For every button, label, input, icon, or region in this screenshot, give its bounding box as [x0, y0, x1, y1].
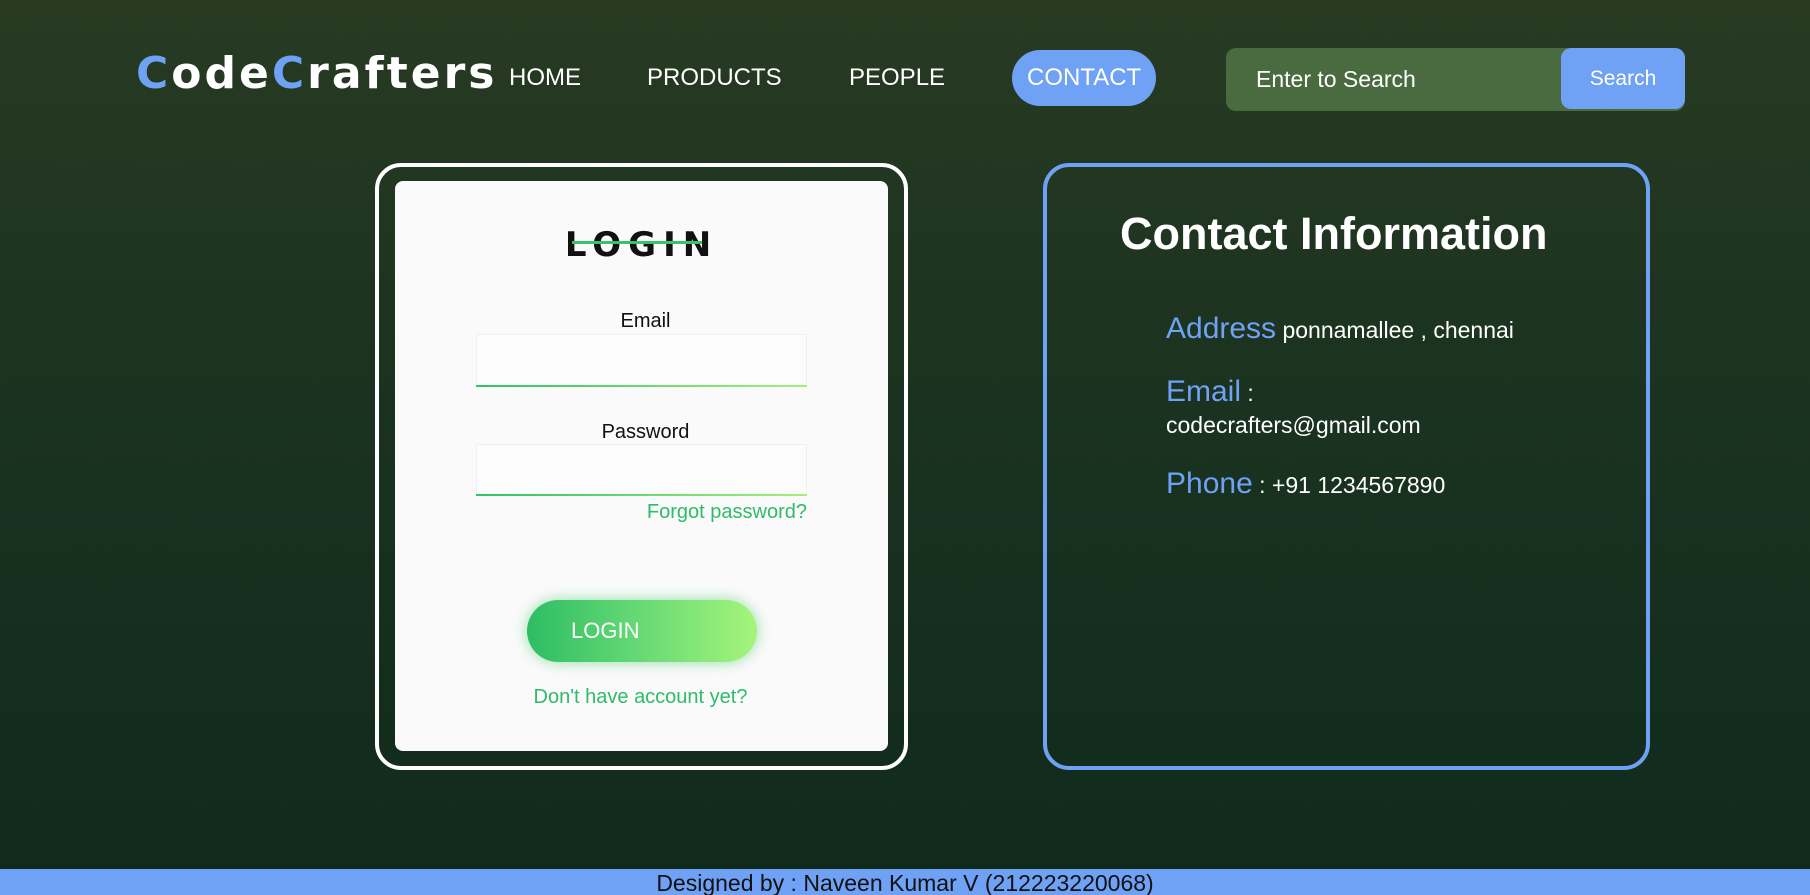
address-label: Address — [1166, 312, 1277, 345]
contact-email-label: Email — [1166, 375, 1242, 408]
footer-credit: Designed by : Naveen Kumar V (2122232200… — [656, 870, 1154, 895]
login-title: LOGIN — [564, 225, 719, 265]
nav-contact[interactable]: CONTACT — [1012, 50, 1157, 106]
phone-label: Phone — [1166, 467, 1253, 500]
contact-title: Contact Information — [1120, 208, 1548, 259]
address-row: Address ponnamallee , chennai — [1166, 309, 1514, 348]
contact-email-separator: : — [1241, 380, 1254, 406]
phone-value: : +91 1234567890 — [1259, 472, 1446, 498]
address-value: ponnamallee , chennai — [1282, 317, 1514, 343]
search-input[interactable] — [1226, 48, 1560, 111]
email-row: Email : codecrafters@gmail.com — [1166, 372, 1421, 441]
email-field[interactable] — [476, 334, 807, 384]
contact-email-value: codecrafters@gmail.com — [1166, 412, 1421, 438]
forgot-password-link[interactable]: Forgot password? — [647, 501, 807, 524]
logo-text-rafters: rafters — [307, 48, 498, 99]
password-underline — [476, 494, 807, 496]
password-field[interactable] — [476, 444, 807, 494]
nav-home[interactable]: HOME — [509, 50, 581, 106]
nav-people[interactable]: PEOPLE — [849, 50, 945, 106]
login-title-decoration — [572, 241, 702, 244]
contact-card: Contact Information Address ponnamallee … — [1043, 163, 1650, 770]
logo-initial-c: C — [136, 48, 172, 99]
email-underline — [476, 385, 807, 387]
footer: Designed by : Naveen Kumar V (2122232200… — [0, 869, 1810, 895]
search-bar: Search — [1226, 48, 1685, 111]
phone-row: Phone : +91 1234567890 — [1166, 464, 1445, 503]
search-button[interactable]: Search — [1561, 48, 1685, 109]
password-label: Password — [601, 421, 690, 443]
logo-initial-c-2: C — [271, 48, 308, 99]
logo-text-ode: ode — [171, 48, 272, 99]
nav-products[interactable]: PRODUCTS — [647, 50, 782, 106]
email-label: Email — [620, 310, 671, 332]
login-card: LOGIN Email Password Forgot password? LO… — [395, 181, 888, 751]
login-button[interactable]: LOGIN — [527, 600, 757, 662]
brand-logo[interactable]: CodeCrafters — [136, 52, 497, 96]
signup-link[interactable]: Don't have account yet? — [395, 686, 886, 709]
